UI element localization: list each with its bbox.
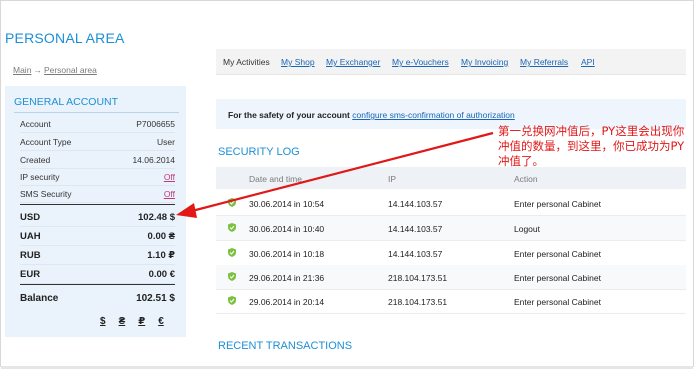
currency-switcher: $ ₴ ₽ € [100, 316, 177, 327]
log-ip: 14.144.103.57 [388, 224, 443, 234]
sms-security-row: SMS Security Off [20, 185, 175, 203]
shield-check-icon [228, 296, 236, 305]
currency-label: EUR [20, 269, 41, 280]
log-date: 29.06.2014 in 20:14 [249, 297, 325, 307]
annotation-note: 第一兑换网冲值后，PY这里会出现你冲值的数量，到这里，你已成功为PY冲值了。 [498, 124, 685, 168]
table-row: 30.06.2014 in 10:40 14.144.103.57 Logout [216, 216, 686, 241]
log-action: Enter personal Cabinet [514, 249, 601, 259]
security-log-header: Date and time IP Action [216, 167, 686, 189]
log-action: Enter personal Cabinet [514, 297, 601, 307]
table-row: 30.06.2014 in 10:18 14.144.103.57 Enter … [216, 241, 686, 266]
ip-security-toggle-link[interactable]: Off [164, 172, 175, 182]
account-type-value: User [157, 137, 175, 147]
table-row: 29.06.2014 in 21:36 218.104.173.51 Enter… [216, 265, 686, 290]
breadcrumb-home-link[interactable]: Main [13, 65, 31, 75]
log-ip: 218.104.173.51 [388, 297, 448, 307]
nav-my-referrals[interactable]: My Referrals [520, 57, 568, 67]
nav-api[interactable]: API [581, 57, 595, 67]
table-row: 30.06.2014 in 10:54 14.144.103.57 Enter … [216, 191, 686, 216]
currency-eur-link[interactable]: € [158, 316, 164, 327]
account-type-label: Account Type [20, 137, 72, 147]
log-ip: 218.104.173.51 [388, 273, 448, 283]
configure-sms-link[interactable]: configure sms-confirmation of authorizat… [352, 110, 515, 120]
currency-rub-link[interactable]: ₽ [138, 316, 145, 327]
total-divider [20, 284, 175, 285]
page-title: PERSONAL AREA [5, 30, 125, 46]
total-balance-amount: 102.51 $ [136, 293, 175, 304]
account-label: Account [20, 119, 51, 129]
top-navigation: My Activities My Shop My Exchanger My e-… [216, 49, 686, 75]
log-action: Logout [514, 224, 540, 234]
general-account-title: GENERAL ACCOUNT [14, 96, 119, 108]
log-date: 30.06.2014 in 10:40 [249, 224, 325, 234]
shield-check-icon [228, 223, 236, 232]
sms-security-toggle-link[interactable]: Off [164, 189, 175, 199]
column-date: Date and time [249, 174, 302, 184]
title-divider [14, 112, 179, 113]
nav-my-activities[interactable]: My Activities [223, 57, 270, 67]
balance-row-eur: EUR 0.00 € [20, 265, 175, 284]
recent-transactions-title: RECENT TRANSACTIONS [218, 340, 353, 352]
balance-divider [20, 204, 175, 205]
currency-amount: 1.10 ₽ [147, 250, 175, 261]
shield-check-icon [228, 198, 236, 207]
breadcrumb-separator: → [33, 65, 42, 75]
log-date: 30.06.2014 in 10:18 [249, 249, 325, 259]
breadcrumb-current[interactable]: Personal area [44, 65, 97, 75]
shield-check-icon [228, 272, 236, 281]
balance-row-uah: UAH 0.00 ₴ [20, 227, 175, 246]
balance-row-usd: USD 102.48 $ [20, 208, 175, 227]
total-balance-label: Balance [20, 293, 59, 304]
security-log-title: SECURITY LOG [218, 146, 300, 158]
ip-security-label: IP security [20, 172, 60, 182]
balance-row-rub: RUB 1.10 ₽ [20, 246, 175, 265]
account-type-row: Account Type User [20, 133, 175, 151]
column-action: Action [514, 174, 538, 184]
currency-label: RUB [20, 250, 41, 261]
created-value: 14.06.2014 [132, 155, 175, 165]
log-action: Enter personal Cabinet [514, 199, 601, 209]
column-ip: IP [388, 174, 397, 184]
currency-amount: 0.00 ₴ [147, 231, 175, 242]
currency-amount: 0.00 € [148, 269, 175, 280]
currency-label: UAH [20, 231, 41, 242]
account-row: Account P7006655 [20, 115, 175, 133]
log-action: Enter personal Cabinet [514, 273, 601, 283]
currency-amount: 102.48 $ [138, 212, 175, 223]
log-date: 29.06.2014 in 21:36 [249, 273, 325, 283]
ip-security-row: IP security Off [20, 168, 175, 186]
nav-my-invoicing[interactable]: My Invoicing [461, 57, 508, 67]
nav-my-exchanger[interactable]: My Exchanger [326, 57, 380, 67]
nav-my-shop[interactable]: My Shop [281, 57, 315, 67]
currency-usd-link[interactable]: $ [100, 316, 106, 327]
currency-uah-link[interactable]: ₴ [119, 316, 126, 327]
breadcrumb: Main → Personal area [13, 65, 97, 75]
account-value: P7006655 [136, 119, 175, 129]
table-row: 29.06.2014 in 20:14 218.104.173.51 Enter… [216, 289, 686, 314]
log-ip: 14.144.103.57 [388, 199, 443, 209]
created-label: Created [20, 155, 51, 165]
sms-security-label: SMS Security [20, 189, 72, 199]
notice-text: For the safety of your account configure… [228, 110, 515, 120]
created-row: Created 14.06.2014 [20, 151, 175, 169]
log-date: 30.06.2014 in 10:54 [249, 199, 325, 209]
currency-label: USD [20, 212, 41, 223]
log-ip: 14.144.103.57 [388, 249, 443, 259]
notice-message: For the safety of your account [228, 110, 350, 120]
shield-check-icon [228, 248, 236, 257]
general-account-panel: GENERAL ACCOUNT Account P7006655 Account… [5, 86, 186, 337]
nav-my-e-vouchers[interactable]: My e-Vouchers [392, 57, 449, 67]
